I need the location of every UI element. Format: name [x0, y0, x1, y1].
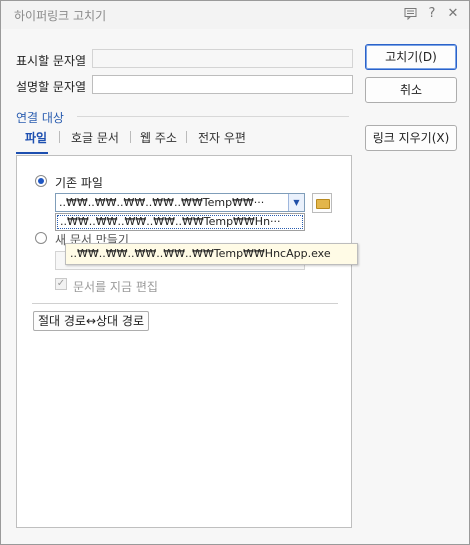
ok-button[interactable]: 고치기(D)	[365, 44, 457, 70]
description-field[interactable]	[92, 75, 353, 94]
new-document-radio[interactable]	[35, 232, 47, 244]
cancel-button[interactable]: 취소	[365, 77, 457, 103]
section-divider	[77, 116, 349, 117]
dropdown-option[interactable]: ..₩₩..₩₩..₩₩..₩₩..₩₩Temp₩₩Hn···	[57, 215, 303, 229]
comment-icon[interactable]	[403, 7, 417, 21]
edit-now-checkbox[interactable]: ✓	[55, 278, 67, 290]
remove-link-button[interactable]: 링크 지우기(X)	[365, 125, 457, 151]
tab-separator	[130, 131, 131, 143]
combo-dropdown-list[interactable]: ..₩₩..₩₩..₩₩..₩₩..₩₩Temp₩₩Hn···	[55, 213, 305, 231]
file-path-combobox[interactable]: ..₩₩..₩₩..₩₩..₩₩..₩₩Temp₩₩··· ▼	[55, 193, 305, 212]
browse-folder-button[interactable]	[312, 193, 332, 213]
tab-separator	[59, 131, 60, 143]
path-toggle-button[interactable]: 절대 경로↔상대 경로	[33, 311, 149, 331]
tab-file[interactable]: 파일	[25, 129, 47, 146]
dialog-title: 하이퍼링크 고치기	[14, 9, 107, 23]
active-tab-indicator	[16, 152, 48, 154]
folder-icon	[316, 199, 330, 209]
title-bar: 하이퍼링크 고치기 ? ✕	[1, 1, 469, 29]
tab-separator	[186, 131, 187, 143]
tab-web-address[interactable]: 웹 주소	[140, 129, 177, 146]
display-text-label: 표시할 문자열	[16, 54, 87, 68]
file-path-value: ..₩₩..₩₩..₩₩..₩₩..₩₩Temp₩₩···	[59, 196, 265, 209]
link-target-section-title: 연결 대상	[16, 111, 64, 125]
existing-file-label: 기존 파일	[55, 176, 103, 190]
tab-hwp-document[interactable]: 호글 문서	[71, 129, 119, 146]
close-icon[interactable]: ✕	[446, 7, 460, 21]
existing-file-radio[interactable]	[35, 175, 47, 187]
help-icon[interactable]: ?	[425, 7, 439, 21]
edit-now-label: 문서를 지금 편집	[73, 280, 158, 294]
panel-divider	[32, 303, 338, 304]
hyperlink-dialog: 하이퍼링크 고치기 ? ✕ 표시할 문자열 설명할 문자열 고치기(D) 취소 …	[0, 0, 470, 545]
chevron-down-icon[interactable]: ▼	[288, 194, 304, 211]
path-tooltip: ..₩₩..₩₩..₩₩..₩₩..₩₩Temp₩₩HncApp.exe	[65, 243, 358, 265]
tab-email[interactable]: 전자 우편	[198, 129, 246, 146]
display-text-field[interactable]	[92, 49, 353, 68]
description-label: 설명할 문자열	[16, 80, 87, 94]
